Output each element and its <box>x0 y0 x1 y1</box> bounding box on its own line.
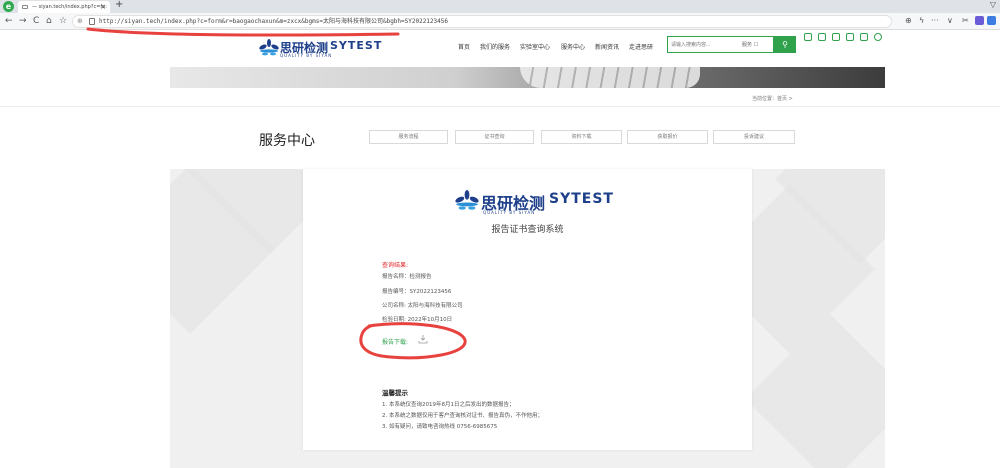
nav-item-services[interactable]: 我们的服务 <box>480 42 510 51</box>
tip-item: 3. 如有疑问，请致电咨询热线 0756-6985675 <box>382 424 498 430</box>
nav-item-labs[interactable]: 实验室中心 <box>520 42 550 51</box>
speed-icon[interactable]: ϟ <box>919 15 924 27</box>
download-label: 报告下载: <box>382 339 409 346</box>
breadcrumb[interactable]: 当前位置：首页 > <box>752 95 793 102</box>
tip-item: 1. 本系统仅查询2019年8月1日之后发出的数据报告； <box>382 402 515 408</box>
search-button[interactable]: ⚲ <box>774 36 796 53</box>
tip-item: 2. 本系统之数据仅用于客户查询核对证书、报告真伪，不作他用； <box>382 413 543 419</box>
home-button[interactable]: ⌂ <box>46 15 52 27</box>
result-heading: 查询结果: <box>382 262 409 269</box>
tab-downloads[interactable]: 资料下载 <box>541 130 622 144</box>
nav-item-home[interactable]: 首页 <box>458 42 470 51</box>
extension-icon[interactable] <box>975 16 984 25</box>
tab-certificate-query[interactable]: 证书查询 <box>455 130 534 144</box>
search-box[interactable]: 服务 ☐ <box>667 36 774 53</box>
card-logo: 思研检测 SYTEST QUALITY BY SIYAN <box>453 188 613 218</box>
search-input[interactable] <box>671 39 737 51</box>
bookmark-star-icon[interactable]: ☆ <box>59 15 67 27</box>
reload-button[interactable]: C <box>33 15 39 27</box>
page-title: 服务中心 <box>259 133 315 149</box>
mail-icon[interactable] <box>860 33 868 41</box>
report-name: 报告名称：检测报告 <box>382 274 432 280</box>
tab-feedback[interactable]: 投诉建议 <box>713 130 795 144</box>
browser-tab-bar: e — siyan.tech/index.php?c=fo: × + ▽ <box>0 0 1000 13</box>
card-logo-tagline: QUALITY BY SIYAN <box>483 210 536 215</box>
tab-list-menu-icon[interactable]: ▽ <box>990 0 996 9</box>
divider <box>0 106 1000 107</box>
flower-logo-icon <box>455 190 479 210</box>
nav-item-about[interactable]: 走进思研 <box>629 42 653 51</box>
screenshot-cut-icon[interactable]: ✂ <box>962 15 969 27</box>
logo-en-text: SYTEST <box>330 39 383 52</box>
tips-heading: 温馨提示 <box>382 389 408 397</box>
wechat-icon[interactable] <box>804 33 812 41</box>
url-text[interactable]: http://siyan.tech/index.php?c=form&r=bao… <box>99 17 448 27</box>
inspection-date: 检验日期: 2022年10月10日 <box>382 317 453 323</box>
site-info-icon[interactable]: ⊕ <box>77 17 83 25</box>
back-button[interactable]: ← <box>5 15 13 27</box>
report-query-card: 思研检测 SYTEST QUALITY BY SIYAN 报告证书查询系统 查询… <box>303 169 752 450</box>
download-icon[interactable] <box>418 334 428 344</box>
search-scope-select[interactable]: 服务 ☐ <box>742 41 758 48</box>
browser-logo-icon[interactable]: e <box>3 1 14 12</box>
browser-tab[interactable]: — siyan.tech/index.php?c=fo: × <box>18 1 110 13</box>
page-favicon-icon <box>22 5 28 9</box>
lock-icon[interactable] <box>89 18 95 25</box>
flower-logo-icon <box>259 39 279 56</box>
extension-icon[interactable] <box>987 16 996 25</box>
douban-icon[interactable] <box>846 33 854 41</box>
close-tab-icon[interactable]: × <box>100 1 106 13</box>
tab-service-process[interactable]: 服务流程 <box>369 130 448 144</box>
company-name: 公司名称: 太阳与海科技有限公司 <box>382 303 463 309</box>
weibo-icon[interactable] <box>818 33 826 41</box>
hero-banner-image <box>170 67 885 88</box>
site-logo[interactable]: 思研检测 SYTEST QUALITY BY SIYAN <box>258 37 381 61</box>
tab-quote[interactable]: 获取报价 <box>627 130 708 144</box>
nav-item-service-center[interactable]: 服务中心 <box>561 42 585 51</box>
more-icon[interactable]: ··· <box>931 15 939 27</box>
zoom-icon[interactable]: ⊕ <box>905 15 912 27</box>
card-logo-en: SYTEST <box>549 191 614 207</box>
qq-icon[interactable] <box>874 33 882 41</box>
report-number: 报告编号：SY2022123456 <box>382 289 452 295</box>
logo-tagline: QUALITY BY SIYAN <box>280 53 333 58</box>
address-bar[interactable]: ⊕ http://siyan.tech/index.php?c=form&r=b… <box>72 15 892 28</box>
new-tab-button[interactable]: + <box>115 0 123 10</box>
qzone-icon[interactable] <box>832 33 840 41</box>
forward-button[interactable]: → <box>19 15 27 27</box>
system-title: 报告证书查询系统 <box>491 225 564 235</box>
browser-toolbar: ← → C ⌂ ☆ ⊕ http://siyan.tech/index.php?… <box>0 13 1000 30</box>
site-header: 思研检测 SYTEST QUALITY BY SIYAN 首页 我们的服务 实验… <box>0 31 1000 67</box>
dropdown-chevron-icon[interactable]: ∨ <box>947 15 953 27</box>
tab-title: — siyan.tech/index.php?c=fo: <box>32 4 107 10</box>
nav-item-news[interactable]: 新闻资讯 <box>595 42 619 51</box>
keyboard-image <box>520 67 700 88</box>
